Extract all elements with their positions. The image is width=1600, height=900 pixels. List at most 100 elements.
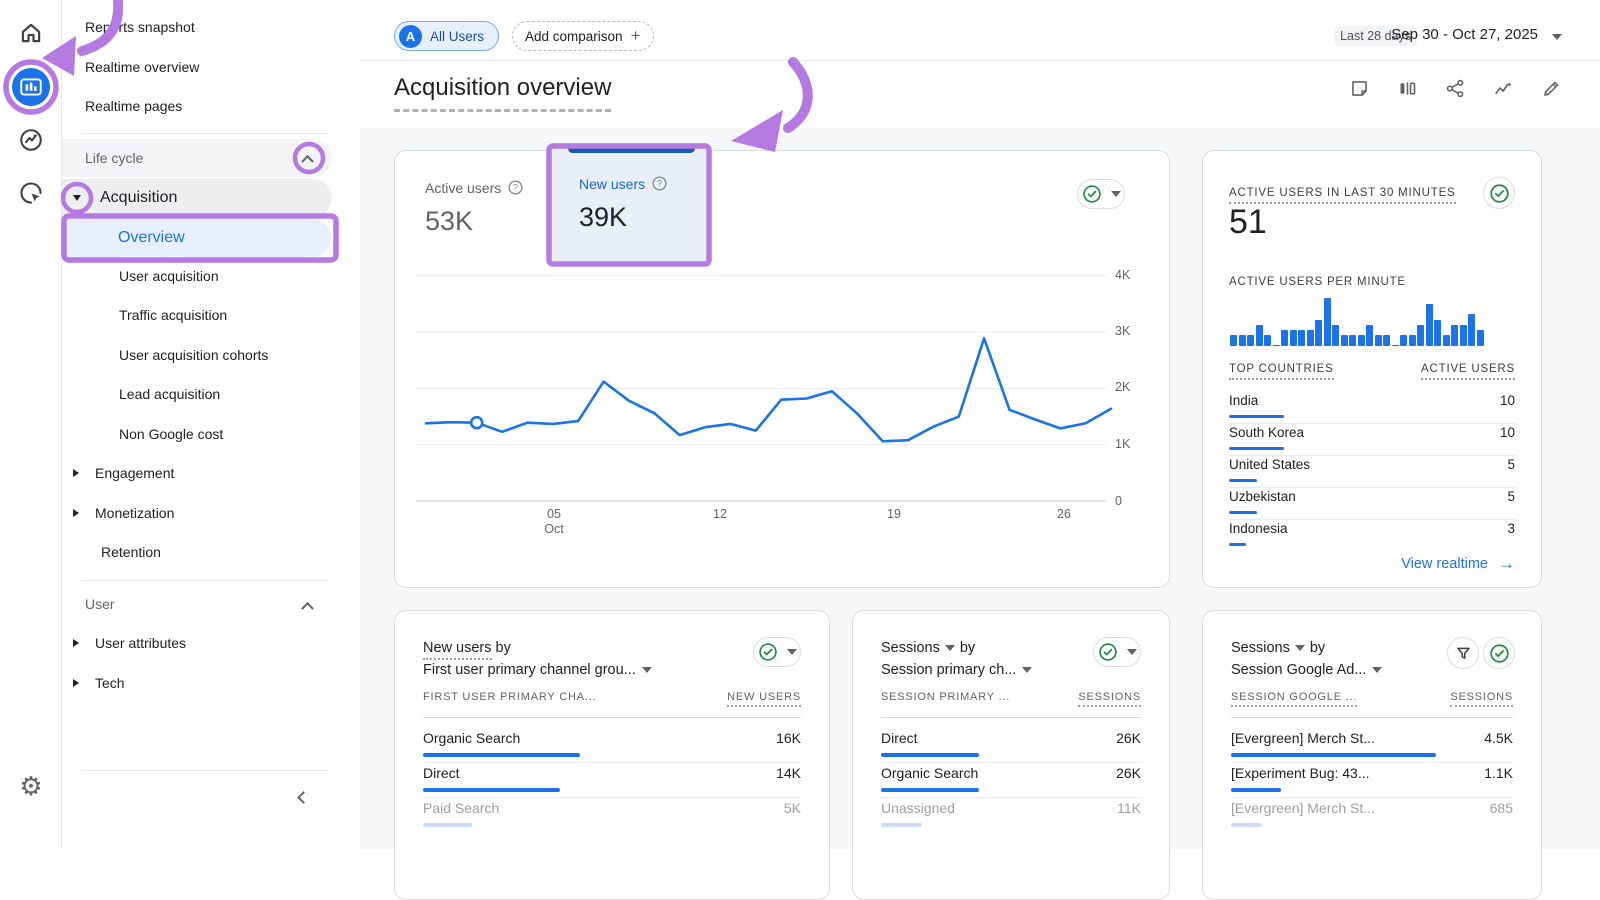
nav-user-attributes[interactable]: User attributes	[73, 630, 186, 656]
nav-user-acquisition[interactable]: User acquisition	[119, 263, 219, 289]
per-minute-bar	[1392, 345, 1399, 346]
chevron-down-icon	[1372, 667, 1382, 673]
settings-gear-icon[interactable]: ⚙	[12, 767, 50, 805]
per-minute-bar	[1264, 335, 1271, 346]
nav-engagement[interactable]: Engagement	[73, 460, 174, 486]
collapse-nav-icon[interactable]	[297, 791, 310, 804]
dimension-label: Session Google Ad...	[1231, 659, 1366, 681]
dimension-label: First user primary channel grou...	[423, 659, 636, 681]
date-range-picker[interactable]: Sep 30 - Oct 27, 2025	[1391, 26, 1538, 43]
tech-label: Tech	[95, 675, 125, 691]
filter-funnel-icon	[1454, 644, 1473, 663]
nav-lead-acquisition[interactable]: Lead acquisition	[119, 381, 220, 407]
nav-user-acquisition-cohorts[interactable]: User acquisition cohorts	[119, 342, 268, 368]
per-minute-bar	[1443, 335, 1450, 346]
nav-realtime-pages[interactable]: Realtime pages	[85, 93, 182, 119]
country-bar	[1229, 447, 1284, 450]
dim-column-header[interactable]: FIRST USER PRIMARY CHA...	[423, 691, 596, 703]
country-name: Indonesia	[1229, 521, 1288, 536]
card-metric[interactable]: New users	[423, 640, 492, 660]
data-quality-badge[interactable]	[1483, 177, 1515, 209]
monetization-label: Monetization	[95, 505, 174, 521]
card-metric[interactable]: Sessions	[1231, 637, 1290, 659]
check-circle-icon	[1098, 642, 1118, 662]
nav-overview-active[interactable]: Overview	[62, 219, 331, 257]
active-users-per-minute-chart	[1230, 298, 1510, 346]
check-circle-icon	[1489, 643, 1510, 664]
icon-rail: ⚙	[0, 0, 62, 849]
nav-realtime-overview[interactable]: Realtime overview	[85, 54, 199, 80]
per-minute-bar	[1434, 320, 1441, 347]
nav-section-life-cycle[interactable]: Life cycle	[62, 139, 332, 177]
country-row: Indonesia 3	[1229, 521, 1515, 522]
data-quality-badge[interactable]	[1483, 637, 1515, 669]
dimension-picker[interactable]: Session primary ch...	[881, 659, 1032, 681]
view-realtime-link[interactable]: View realtime →	[1401, 554, 1515, 574]
explore-icon[interactable]	[12, 121, 50, 159]
country-name: India	[1229, 393, 1258, 408]
nav-monetization[interactable]: Monetization	[73, 500, 174, 526]
notes-icon[interactable]	[1349, 78, 1370, 99]
share-icon[interactable]	[1445, 78, 1466, 99]
per-minute-bar	[1383, 335, 1390, 346]
add-comparison-button[interactable]: Add comparison +	[512, 21, 654, 51]
x-tick: 05 Oct	[534, 507, 574, 537]
y-tick: 4K	[1115, 268, 1145, 282]
insights-icon[interactable]	[1493, 78, 1514, 99]
comparison-panel-icon[interactable]	[1397, 78, 1418, 99]
nav-traffic-acquisition[interactable]: Traffic acquisition	[119, 302, 227, 328]
y-tick: 1K	[1115, 437, 1145, 451]
dimension-picker[interactable]: First user primary channel grou...	[423, 659, 652, 681]
nav-retention[interactable]: Retention	[101, 539, 161, 565]
acquisition-label: Acquisition	[100, 189, 177, 207]
dimension-label: Session primary ch...	[881, 659, 1016, 681]
x-tick: 19	[874, 507, 914, 522]
y-tick: 3K	[1115, 324, 1145, 338]
metric-column-header[interactable]: NEW USERS	[727, 691, 801, 707]
dim-column-header[interactable]: SESSION PRIMARY ...	[881, 691, 1010, 703]
add-comparison-label: Add comparison	[525, 29, 623, 44]
expand-caret-icon[interactable]	[73, 679, 79, 687]
overview-label: Overview	[118, 229, 185, 247]
expand-caret-icon[interactable]	[73, 195, 81, 201]
per-minute-bar	[1290, 330, 1297, 346]
header-divider	[360, 60, 1600, 61]
x-tick: 12	[700, 507, 740, 522]
per-minute-bar	[1324, 298, 1331, 346]
nav-divider	[82, 580, 327, 581]
data-quality-badge[interactable]	[1093, 637, 1141, 667]
edit-icon[interactable]	[1541, 78, 1562, 99]
data-quality-badge[interactable]	[753, 637, 801, 667]
metric-column-header[interactable]: SESSIONS	[1450, 691, 1513, 707]
nav-acquisition[interactable]: Acquisition	[62, 179, 332, 217]
nav-section-user[interactable]: User	[85, 591, 325, 617]
metric-column-header[interactable]: SESSIONS	[1078, 691, 1141, 707]
y-tick: 2K	[1115, 380, 1145, 394]
engagement-label: Engagement	[95, 465, 174, 481]
all-users-comparison-chip[interactable]: A All Users	[394, 21, 499, 51]
advertising-icon[interactable]	[12, 174, 50, 212]
chevron-down-icon	[1022, 667, 1032, 673]
expand-caret-icon[interactable]	[73, 509, 79, 517]
nav-reports-snapshot[interactable]: Reports snapshot	[85, 14, 195, 40]
collapse-chevron-icon[interactable]	[301, 155, 314, 168]
nav-non-google-cost[interactable]: Non Google cost	[119, 421, 223, 447]
chevron-down-icon	[642, 667, 652, 673]
per-minute-bar	[1400, 335, 1407, 346]
dim-column-header[interactable]: SESSION GOOGLE ...	[1231, 691, 1357, 707]
expand-caret-icon[interactable]	[73, 639, 79, 647]
reports-icon[interactable]	[12, 68, 50, 106]
country-bar	[1229, 415, 1284, 418]
dimension-picker[interactable]: Session Google Ad...	[1231, 659, 1382, 681]
chevron-down-icon[interactable]	[1552, 34, 1562, 40]
country-row: South Korea 10	[1229, 425, 1515, 426]
expand-caret-icon[interactable]	[73, 469, 79, 477]
card-metric[interactable]: Sessions	[881, 637, 940, 659]
home-icon[interactable]	[12, 14, 50, 52]
country-value: 5	[1507, 457, 1515, 472]
collapse-chevron-icon[interactable]	[301, 602, 314, 615]
filter-badge[interactable]	[1447, 637, 1479, 669]
country-row: India 10	[1229, 393, 1515, 394]
nav-tech[interactable]: Tech	[73, 670, 125, 696]
life-cycle-label: Life cycle	[85, 150, 143, 166]
